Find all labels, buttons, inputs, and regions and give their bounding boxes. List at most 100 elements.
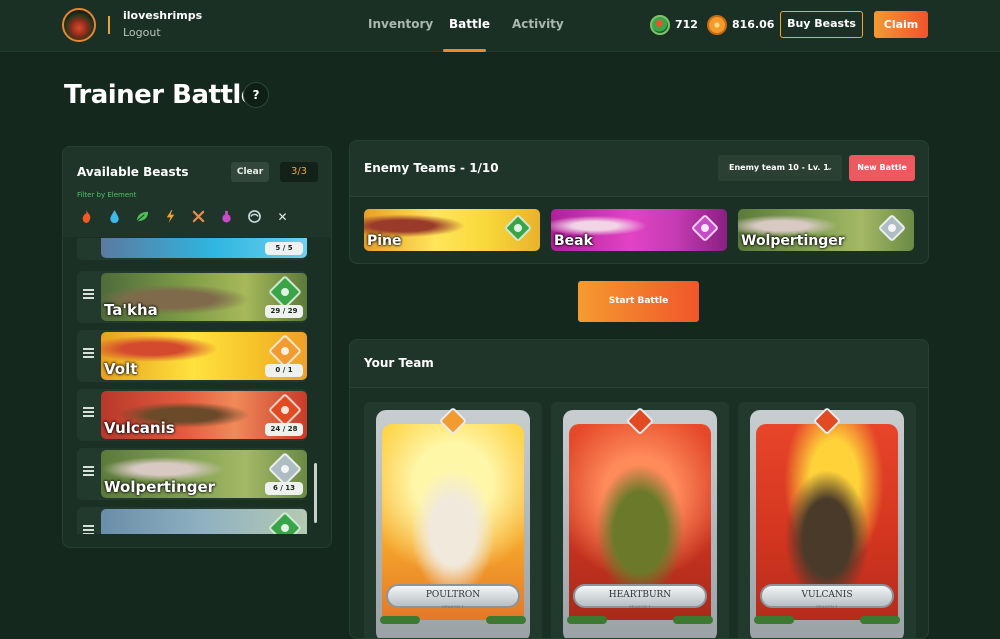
- beast-card-art: Ta'kha 29 / 29: [101, 273, 307, 321]
- available-beasts-title: Available Beasts: [77, 165, 189, 179]
- enemy-beast-card[interactable]: Pine: [364, 209, 540, 251]
- beast-card-art: Vulcanis 24 / 28: [101, 391, 307, 439]
- coin-currency-icon: [707, 15, 727, 35]
- gem-balance: 712: [675, 18, 698, 31]
- page-title: Trainer Battle: [64, 80, 258, 110]
- vine-decoration: [486, 616, 526, 624]
- enemy-beast-card[interactable]: Beak: [551, 209, 727, 251]
- team-beast-card[interactable]: Vulcanis SEASON 1: [750, 406, 904, 638]
- beast-level-pill: 5 / 5: [265, 242, 303, 255]
- drag-handle-icon[interactable]: [83, 348, 95, 360]
- drag-handle-icon[interactable]: [83, 289, 95, 301]
- team-slot[interactable]: Heartburn SEASON 1: [551, 402, 729, 638]
- help-button[interactable]: ?: [243, 82, 269, 108]
- team-slot[interactable]: Poultron SEASON 1: [364, 402, 542, 638]
- clear-selection-button[interactable]: Clear: [231, 162, 269, 182]
- beast-name: Wolpertinger: [104, 478, 216, 496]
- vine-decoration: [380, 616, 420, 624]
- team-slot[interactable]: Vulcanis SEASON 1: [738, 402, 916, 638]
- fire-element-icon[interactable]: [79, 209, 94, 224]
- chevron-down-icon: ⌄: [826, 163, 833, 172]
- beast-name: Wolpertinger: [741, 233, 845, 249]
- beast-card-art: Volt 0 / 1: [101, 332, 307, 380]
- active-tab-indicator: [443, 49, 486, 52]
- coin-balance: 816.06: [732, 18, 775, 31]
- beast-nameplate: Vulcanis SEASON 1: [760, 584, 894, 609]
- new-battle-button[interactable]: New Battle: [849, 155, 915, 181]
- beast-level-pill: 24 / 28: [265, 423, 303, 436]
- your-team-title: Your Team: [364, 356, 434, 370]
- selected-count-badge: 3/3: [280, 162, 318, 182]
- card-edition: SEASON 1: [629, 604, 651, 609]
- wind-element-icon[interactable]: [247, 209, 262, 224]
- element-filter-bar: ✕: [79, 209, 290, 224]
- list-item[interactable]: [77, 507, 307, 534]
- team-beast-card[interactable]: Heartburn SEASON 1: [563, 406, 717, 638]
- user-avatar[interactable]: [62, 8, 96, 42]
- vine-decoration: [860, 616, 900, 624]
- tab-battle[interactable]: Battle: [449, 17, 490, 31]
- vine-decoration: [754, 616, 794, 624]
- username: iloveshrimps: [123, 9, 203, 22]
- vine-decoration: [567, 616, 607, 624]
- nature-gem-icon: [503, 213, 533, 243]
- logout-link[interactable]: Logout: [123, 26, 161, 39]
- filter-label: Filter by Element: [77, 191, 137, 199]
- available-beasts-header: Available Beasts Clear 3/3 Filter by Ele…: [63, 147, 331, 237]
- fire-gem-icon: [268, 393, 302, 427]
- beast-name: Ta'kha: [104, 301, 158, 319]
- wind-gem-icon: [877, 213, 907, 243]
- your-team-header: Your Team: [350, 340, 928, 388]
- top-navigation-bar: iloveshrimps Logout Inventory Battle Act…: [0, 0, 1000, 52]
- available-beasts-panel: Available Beasts Clear 3/3 Filter by Ele…: [62, 146, 332, 548]
- list-item[interactable]: Vulcanis 24 / 28: [77, 389, 307, 441]
- lightning-element-icon[interactable]: [163, 209, 178, 224]
- beast-name: Poultron: [425, 590, 481, 600]
- beast-list-scrollbar[interactable]: [314, 463, 317, 523]
- water-element-icon[interactable]: [107, 209, 122, 224]
- tab-inventory[interactable]: Inventory: [368, 17, 433, 31]
- beast-card-art: [101, 509, 307, 534]
- beast-nameplate: Heartburn SEASON 1: [573, 584, 707, 609]
- list-item[interactable]: 5 / 5: [77, 238, 307, 260]
- enemy-team-select[interactable]: Enemy team 10 - Lv. 1 ⌄: [718, 155, 842, 181]
- wind-gem-icon: [268, 452, 302, 486]
- card-edition: SEASON 1: [816, 604, 838, 609]
- enemy-teams-header: Enemy Teams - 1/10 Enemy team 10 - Lv. 1…: [350, 141, 928, 197]
- beast-name: Heartburn: [608, 590, 672, 600]
- start-battle-button[interactable]: Start Battle: [578, 281, 699, 322]
- drag-handle-icon[interactable]: [83, 466, 95, 478]
- enemy-teams-panel: Enemy Teams - 1/10 Enemy team 10 - Lv. 1…: [349, 140, 929, 264]
- beast-name: Vulcanis: [104, 419, 175, 437]
- magic-element-icon[interactable]: [219, 209, 234, 224]
- mixed-element-icon[interactable]: [191, 209, 206, 224]
- beast-card-art: 5 / 5: [101, 238, 307, 258]
- drag-handle-icon[interactable]: [83, 407, 95, 419]
- beast-list[interactable]: 5 / 5 Ta'kha 29 / 29 Volt 0 / 1 Vulcanis: [63, 238, 331, 534]
- clear-filter-icon[interactable]: ✕: [275, 209, 290, 224]
- avatar-divider: [108, 16, 110, 34]
- list-item[interactable]: Ta'kha 29 / 29: [77, 271, 307, 323]
- beast-name: Beak: [554, 233, 593, 249]
- buy-beasts-button[interactable]: Buy Beasts: [780, 11, 863, 38]
- claim-button[interactable]: Claim: [874, 11, 928, 38]
- lightning-gem-icon: [268, 334, 302, 368]
- team-beast-card[interactable]: Poultron SEASON 1: [376, 406, 530, 638]
- tab-activity[interactable]: Activity: [512, 17, 564, 31]
- enemy-teams-title: Enemy Teams - 1/10: [364, 161, 499, 175]
- list-item[interactable]: Wolpertinger 6 / 13: [77, 448, 307, 500]
- gem-currency-icon: [650, 15, 670, 35]
- enemy-beast-card[interactable]: Wolpertinger: [738, 209, 914, 251]
- nature-element-icon[interactable]: [135, 209, 150, 224]
- drag-handle-icon[interactable]: [83, 525, 95, 534]
- list-item[interactable]: Volt 0 / 1: [77, 330, 307, 382]
- vine-decoration: [673, 616, 713, 624]
- card-edition: SEASON 1: [442, 604, 464, 609]
- beast-level-pill: 6 / 13: [265, 482, 303, 495]
- beast-name: Volt: [104, 360, 138, 378]
- nature-gem-icon: [268, 511, 302, 534]
- beast-level-pill: 29 / 29: [265, 305, 303, 318]
- magic-gem-icon: [690, 213, 720, 243]
- beast-name: Vulcanis: [801, 590, 853, 600]
- nature-gem-icon: [268, 275, 302, 309]
